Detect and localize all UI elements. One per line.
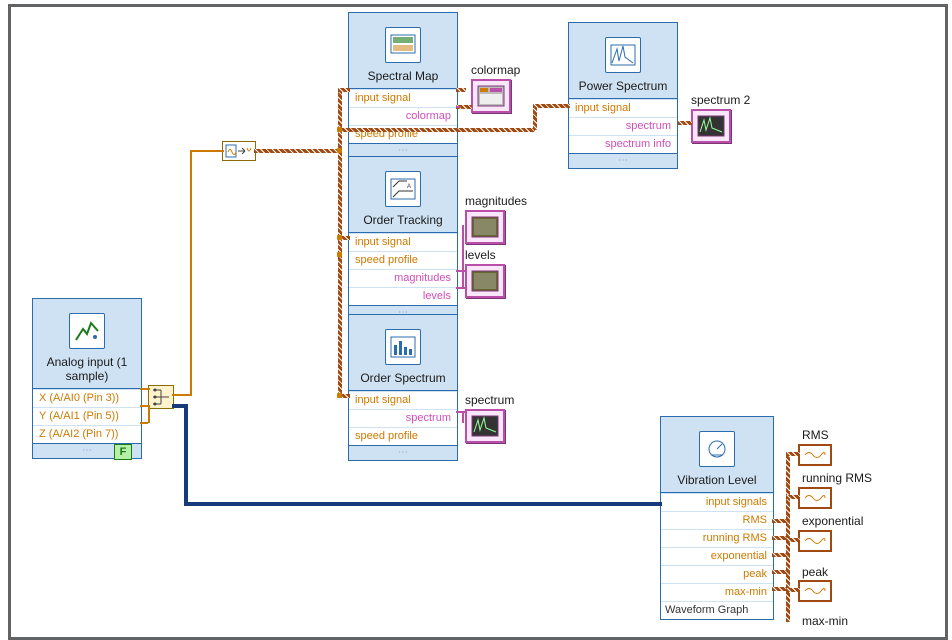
order-tracking-icon: A: [385, 171, 421, 207]
order-tracking-levels[interactable]: levels: [349, 287, 457, 305]
order-tracking-input-signal[interactable]: input signal: [349, 233, 457, 251]
vibration-running-rms[interactable]: running RMS: [661, 529, 773, 547]
wire-junction: [337, 127, 342, 132]
analog-input-row-z[interactable]: Z (A/AI2 (Pin 7)): [33, 425, 141, 443]
labview-block-diagram: Analog input (1 sample) X (A/AI0 (Pin 3)…: [0, 0, 952, 638]
wire-junction: [337, 252, 342, 257]
analog-input-icon: [69, 313, 105, 349]
order-tracking-magnitudes[interactable]: magnitudes: [349, 269, 457, 287]
running-rms-label: running RMS: [802, 471, 872, 485]
waveform-graph-row[interactable]: Waveform Graph: [661, 601, 773, 619]
analog-input-row-x[interactable]: X (A/AI0 (Pin 3)): [33, 389, 141, 407]
vibration-level-icon: [699, 431, 735, 467]
levels-indicator-label: levels: [465, 248, 496, 262]
wire-junction: [337, 235, 342, 240]
order-spectrum-spectrum[interactable]: spectrum: [349, 409, 457, 427]
spectrum2-indicator[interactable]: [691, 109, 731, 143]
power-spectrum-input-signal[interactable]: input signal: [569, 99, 677, 117]
exponential-terminal[interactable]: [798, 530, 832, 552]
rms-label: RMS: [802, 428, 829, 442]
order-tracking-vi[interactable]: A Order Tracking input signal speed prof…: [348, 156, 458, 321]
exponential-label: exponential: [802, 514, 863, 528]
wire-junction: [337, 148, 342, 153]
vibration-input-signals[interactable]: input signals: [661, 493, 773, 511]
analog-input-row-y[interactable]: Y (A/AI1 (Pin 5)): [33, 407, 141, 425]
maxmin-label: max-min: [802, 614, 848, 628]
magnitudes-indicator[interactable]: [465, 210, 505, 244]
analog-input-title: Analog input (1 sample): [33, 354, 141, 389]
colormap-indicator-label: colormap: [471, 63, 520, 77]
autoindex-false-constant[interactable]: F: [114, 444, 132, 460]
vibration-peak[interactable]: peak: [661, 565, 773, 583]
power-spectrum-icon: [605, 37, 641, 73]
vibration-rms[interactable]: RMS: [661, 511, 773, 529]
analog-input-vi[interactable]: Analog input (1 sample) X (A/AI0 (Pin 3)…: [32, 298, 142, 459]
vibration-level-title: Vibration Level: [661, 472, 773, 493]
spectral-map-icon: [385, 27, 421, 63]
magnitudes-indicator-label: magnitudes: [465, 194, 527, 208]
power-spectrum-spectrum[interactable]: spectrum: [569, 117, 677, 135]
order-spectrum-input-signal[interactable]: input signal: [349, 391, 457, 409]
wire-junction: [337, 393, 342, 398]
peak-label: peak: [802, 565, 828, 579]
vi-expand-handle[interactable]: ⋯: [569, 153, 677, 168]
running-rms-terminal[interactable]: [798, 487, 832, 509]
order-spectrum-icon: [385, 329, 421, 365]
svg-text:A: A: [407, 184, 411, 190]
spectral-map-input-signal[interactable]: input signal: [349, 89, 457, 107]
spectrum-indicator[interactable]: [465, 409, 505, 443]
colormap-indicator[interactable]: [471, 79, 511, 113]
power-spectrum-spectrum-info[interactable]: spectrum info: [569, 135, 677, 153]
spectrum-indicator-label: spectrum: [465, 393, 514, 407]
spectral-map-title: Spectral Map: [349, 68, 457, 89]
spectral-map-colormap[interactable]: colormap: [349, 107, 457, 125]
vi-expand-handle[interactable]: ⋯: [349, 445, 457, 460]
spectrum2-indicator-label: spectrum 2: [691, 93, 750, 107]
order-tracking-speed-profile[interactable]: speed profile: [349, 251, 457, 269]
order-spectrum-speed-profile[interactable]: speed profile: [349, 427, 457, 445]
vibration-max-min[interactable]: max-min: [661, 583, 773, 601]
power-spectrum-vi[interactable]: Power Spectrum input signal spectrum spe…: [568, 22, 678, 169]
dynamic-data-convert-node[interactable]: [222, 141, 256, 161]
vibration-level-vi[interactable]: Vibration Level input signals RMS runnin…: [660, 416, 774, 620]
spectral-map-speed-profile[interactable]: speed profile: [349, 125, 457, 143]
order-spectrum-vi[interactable]: Order Spectrum input signal spectrum spe…: [348, 314, 458, 461]
bundle-node[interactable]: [148, 385, 174, 409]
order-spectrum-title: Order Spectrum: [349, 370, 457, 391]
power-spectrum-title: Power Spectrum: [569, 78, 677, 99]
peak-terminal[interactable]: [798, 580, 832, 602]
levels-indicator[interactable]: [465, 264, 505, 298]
spectral-map-vi[interactable]: Spectral Map input signal colormap speed…: [348, 12, 458, 159]
rms-terminal[interactable]: [798, 444, 832, 466]
order-tracking-title: Order Tracking: [349, 212, 457, 233]
vibration-exponential[interactable]: exponential: [661, 547, 773, 565]
